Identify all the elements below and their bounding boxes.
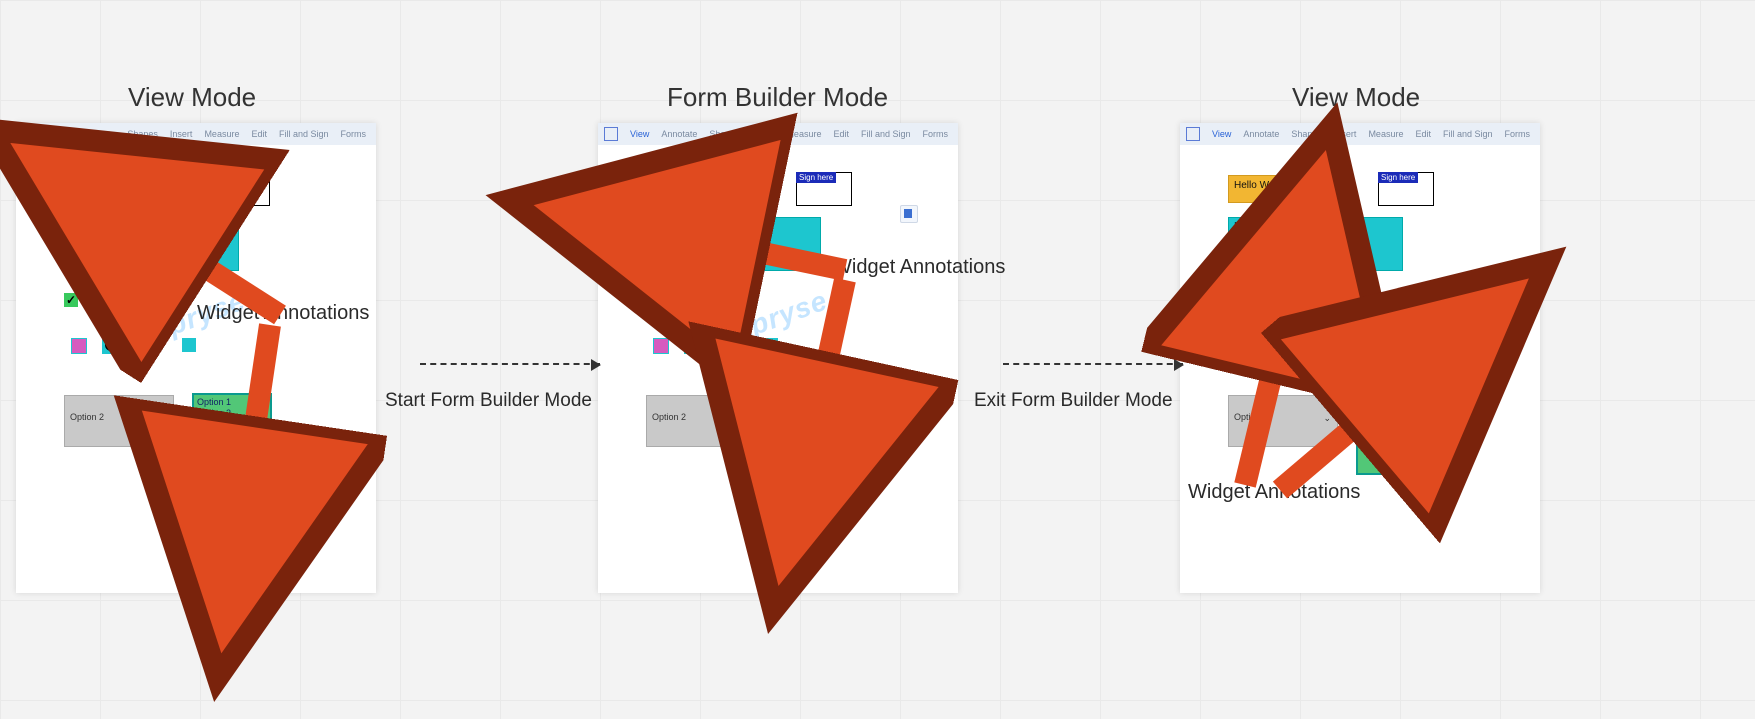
signature-field[interactable]: Sign here: [796, 172, 852, 206]
transition-label-exit: Exit Form Builder Mode: [974, 390, 1173, 412]
widget-annotations-label-center: Widget Annotations: [833, 256, 1005, 279]
toolbar-tab-measure[interactable]: Measure: [1368, 129, 1403, 139]
toolbar-tab-forms[interactable]: Forms: [341, 129, 367, 139]
transition-arrow-start: [420, 363, 600, 365]
radio-option-3[interactable]: [182, 338, 196, 352]
toolbar-tab-edit[interactable]: Edit: [833, 129, 849, 139]
listbox-item-selected[interactable]: Option 3: [194, 419, 270, 430]
chevron-down-icon: ⌄: [741, 413, 749, 424]
checkbox-field[interactable]: ✓: [64, 293, 78, 307]
multiline-text-field[interactable]: Multi line textbox example.This text box…: [646, 217, 821, 271]
listbox-item-selected[interactable]: Option 3: [1358, 419, 1434, 430]
toolbar-tab-forms[interactable]: Forms: [923, 129, 949, 139]
toolbar-tab-view[interactable]: View: [48, 129, 67, 139]
dropdown-field[interactable]: Option 2 ⌄: [64, 395, 174, 447]
panel-title-right: View Mode: [1292, 82, 1420, 113]
chevron-down-icon: ⌄: [159, 413, 167, 424]
toolbar-tab-view[interactable]: View: [1212, 129, 1231, 139]
checkbox-field[interactable]: ✓: [1228, 293, 1242, 307]
toolbar-tab-measure[interactable]: Measure: [786, 129, 821, 139]
chevron-down-icon: ⌄: [1323, 413, 1331, 424]
listbox-field[interactable]: Option 1 Option 2 Option 3: [774, 393, 854, 475]
listbox-item-selected[interactable]: Option 3: [776, 419, 852, 430]
crop-icon[interactable]: [604, 127, 618, 141]
panel-title-center: Form Builder Mode: [667, 82, 888, 113]
signature-tag: Sign here: [1378, 172, 1418, 183]
crop-icon[interactable]: [1186, 127, 1200, 141]
listbox-field[interactable]: Option 1 Option 2 Option 3: [192, 393, 272, 475]
radio-option-2[interactable]: [684, 336, 702, 354]
toolbar-tab-shapes[interactable]: Shapes: [127, 129, 158, 139]
listbox-item[interactable]: Option 1: [1361, 397, 1431, 408]
listbox-item[interactable]: Option 2: [1361, 408, 1431, 419]
toolbar-tab-annotate[interactable]: Annotate: [661, 129, 697, 139]
toolbar: View Annotate Shapes Insert Measure Edit…: [16, 123, 376, 145]
signature-field[interactable]: Sign here: [1378, 172, 1434, 206]
dropdown-field[interactable]: Option 2 ⌄: [646, 395, 756, 447]
signature-tag: Sign here: [796, 172, 836, 183]
signature-tag: Sign here: [214, 172, 254, 183]
document-area: Hello World Sign here Multi line textbox…: [1180, 145, 1540, 593]
listbox-item[interactable]: Option 1: [197, 397, 267, 408]
radio-option-1[interactable]: [1235, 338, 1251, 354]
text-field-hello[interactable]: Hello World: [1228, 175, 1338, 203]
watermark-text: apryse: [730, 284, 831, 347]
form-builder-icon[interactable]: [900, 205, 918, 223]
toolbar-tab-view[interactable]: View: [630, 129, 649, 139]
checkbox-field[interactable]: ✓: [646, 293, 660, 307]
toolbar-tab-edit[interactable]: Edit: [251, 129, 267, 139]
document-area: Hello World Sign here Multi line textbox…: [16, 145, 376, 593]
toolbar-tab-annotate[interactable]: Annotate: [79, 129, 115, 139]
multiline-text-field[interactable]: Multi line textbox example.This text box…: [1228, 217, 1403, 271]
toolbar-tab-edit[interactable]: Edit: [1415, 129, 1431, 139]
toolbar-tab-insert[interactable]: Insert: [752, 129, 775, 139]
widget-annotations-label-left: Widget Annotations: [197, 302, 369, 325]
dropdown-value: Option 2: [70, 412, 104, 422]
toolbar: View Annotate Shapes Insert Measure Edit…: [598, 123, 958, 145]
transition-arrow-exit: [1003, 363, 1183, 365]
toolbar-tab-annotate[interactable]: Annotate: [1243, 129, 1279, 139]
listbox-item[interactable]: Option 2: [197, 408, 267, 419]
toolbar-tab-fillsign[interactable]: Fill and Sign: [861, 129, 911, 139]
toolbar-tab-fillsign[interactable]: Fill and Sign: [279, 129, 329, 139]
text-field-hello[interactable]: Hello World: [64, 175, 174, 203]
toolbar-tab-shapes[interactable]: Shapes: [1291, 129, 1322, 139]
radio-option-3[interactable]: [764, 338, 778, 352]
multiline-text-field[interactable]: Multi line textbox example.This text box…: [64, 217, 239, 271]
toolbar-tab-forms[interactable]: Forms: [1505, 129, 1531, 139]
crop-icon[interactable]: [22, 127, 36, 141]
dropdown-value: Option 2: [1234, 412, 1268, 422]
toolbar-tab-shapes[interactable]: Shapes: [709, 129, 740, 139]
app-panel-left: View Annotate Shapes Insert Measure Edit…: [16, 123, 376, 593]
panel-title-left: View Mode: [128, 82, 256, 113]
toolbar-tab-measure[interactable]: Measure: [204, 129, 239, 139]
signature-field[interactable]: Sign here: [214, 172, 270, 206]
transition-label-start: Start Form Builder Mode: [385, 390, 592, 412]
radio-option-1[interactable]: [71, 338, 87, 354]
document-area: Hello World Sign here Multi line textbox…: [598, 145, 958, 593]
toolbar-tab-insert[interactable]: Insert: [170, 129, 193, 139]
widget-annotations-label-right: Widget Annotations: [1188, 481, 1360, 504]
text-field-hello[interactable]: Hello World: [646, 175, 756, 203]
listbox-item[interactable]: Option 2: [779, 408, 849, 419]
radio-option-1[interactable]: [653, 338, 669, 354]
toolbar-tab-insert[interactable]: Insert: [1334, 129, 1357, 139]
radio-option-3[interactable]: [1346, 338, 1360, 352]
app-panel-right: View Annotate Shapes Insert Measure Edit…: [1180, 123, 1540, 593]
toolbar: View Annotate Shapes Insert Measure Edit…: [1180, 123, 1540, 145]
listbox-field[interactable]: Option 1 Option 2 Option 3: [1356, 393, 1436, 475]
dropdown-field[interactable]: Option 2 ⌄: [1228, 395, 1338, 447]
dropdown-value: Option 2: [652, 412, 686, 422]
radio-option-2[interactable]: [102, 336, 120, 354]
radio-option-2[interactable]: [1266, 336, 1284, 354]
listbox-item[interactable]: Option 1: [779, 397, 849, 408]
watermark-text: apryse: [1312, 284, 1413, 347]
toolbar-tab-fillsign[interactable]: Fill and Sign: [1443, 129, 1493, 139]
app-panel-center: View Annotate Shapes Insert Measure Edit…: [598, 123, 958, 593]
